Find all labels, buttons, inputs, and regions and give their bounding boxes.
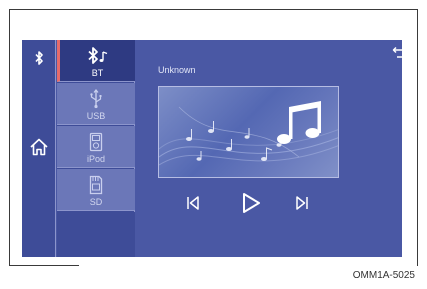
source-ipod-label: iPod <box>86 154 105 164</box>
sd-card-icon <box>89 173 103 197</box>
ipod-icon <box>89 130 103 154</box>
source-empty-slot <box>57 212 135 257</box>
previous-track-button[interactable] <box>182 190 204 216</box>
next-track-button[interactable] <box>291 190 313 216</box>
frame-top-line <box>9 9 417 10</box>
beamed-note-graphic <box>277 101 321 144</box>
music-notes-artwork <box>159 101 338 166</box>
source-sd-label: SD <box>89 197 103 207</box>
source-usb-button[interactable]: USB <box>57 83 135 125</box>
home-icon[interactable] <box>22 136 56 158</box>
source-list: BT USB iPod SD <box>57 40 135 257</box>
left-rail <box>22 40 56 257</box>
next-icon <box>296 196 308 210</box>
bluetooth-icon[interactable] <box>22 48 56 68</box>
back-arrow-icon <box>392 46 402 58</box>
track-title: Unknown <box>158 65 196 75</box>
back-button[interactable] <box>390 44 402 60</box>
bluetooth-audio-icon <box>86 44 110 68</box>
play-icon <box>243 193 260 213</box>
source-ipod-button[interactable]: iPod <box>57 126 135 168</box>
source-bt-button[interactable]: BT <box>57 40 135 82</box>
frame-left-line <box>9 9 10 266</box>
usb-icon <box>89 87 103 111</box>
player-panel: Unknown <box>136 40 402 257</box>
infotainment-screen: BT USB iPod SD Unknown <box>22 40 402 257</box>
frame-right-line <box>417 9 418 266</box>
figure-code: OMM1A-5025 <box>352 270 415 281</box>
source-usb-label: USB <box>86 111 106 121</box>
previous-icon <box>187 196 199 210</box>
play-button[interactable] <box>238 190 264 216</box>
source-bt-label: BT <box>91 68 104 78</box>
album-art <box>158 86 339 178</box>
source-sd-button[interactable]: SD <box>57 169 135 211</box>
frame-bottom-line <box>9 265 79 266</box>
